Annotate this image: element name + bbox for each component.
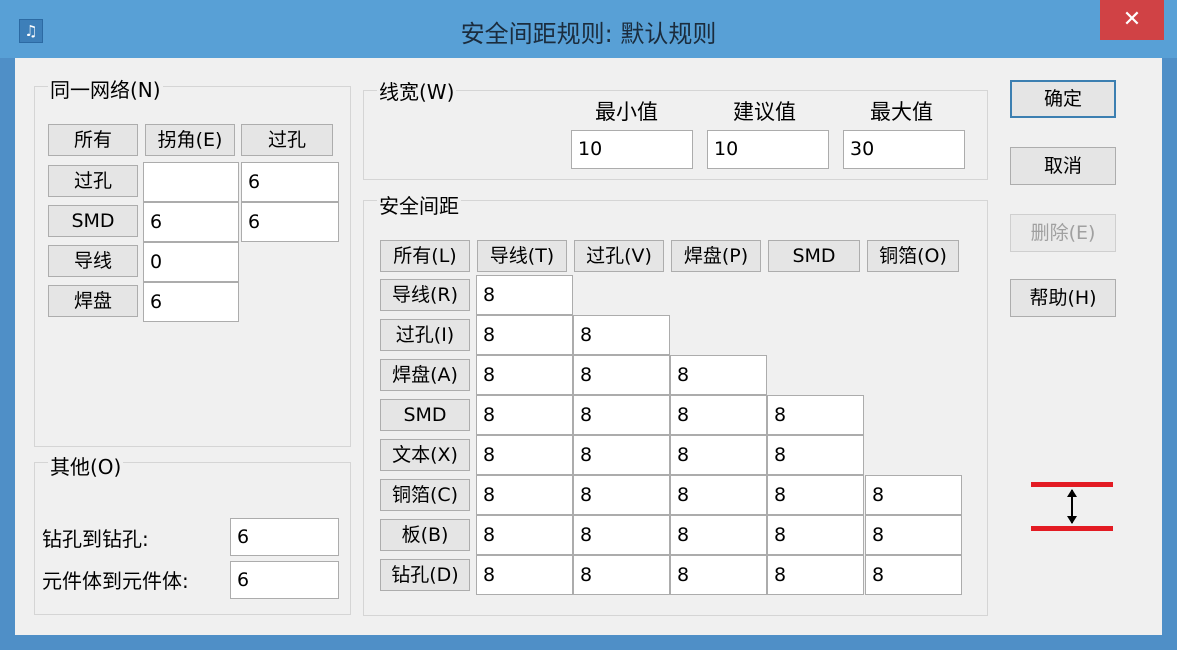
- clearance-row-header[interactable]: 钻孔(D): [380, 559, 470, 591]
- clearance-cell[interactable]: 8: [767, 555, 864, 595]
- clearance-cell[interactable]: 8: [767, 475, 864, 515]
- clearance-cell[interactable]: 8: [767, 395, 864, 435]
- same-net-corner-cell[interactable]: 0: [143, 242, 239, 282]
- same-net-legend: 同一网络(N): [48, 74, 163, 103]
- same-net-corner-header[interactable]: 拐角(E): [145, 124, 235, 156]
- clearance-cell[interactable]: 8: [865, 515, 962, 555]
- clearance-cell[interactable]: 8: [767, 515, 864, 555]
- same-net-via-header[interactable]: 过孔: [241, 124, 333, 156]
- clearance-row-header[interactable]: 板(B): [380, 519, 470, 551]
- clearance-row-header[interactable]: 铜箔(C): [380, 479, 470, 511]
- body-to-body-label: 元件体到元件体:: [42, 569, 189, 593]
- clearance-row-header[interactable]: 文本(X): [380, 439, 470, 471]
- clearance-col-header[interactable]: 过孔(V): [574, 240, 664, 272]
- clearance-col-header[interactable]: 导线(T): [477, 240, 567, 272]
- clearance-cell[interactable]: 8: [476, 515, 573, 555]
- clearance-cell[interactable]: 8: [573, 555, 670, 595]
- clearance-col-header[interactable]: 所有(L): [380, 240, 470, 272]
- trace-width-legend: 线宽(W): [377, 76, 457, 105]
- recommended-width-field[interactable]: 10: [707, 130, 829, 169]
- clearance-cell[interactable]: 8: [573, 395, 670, 435]
- window-title: 安全间距规则: 默认规则: [460, 20, 717, 48]
- clearance-col-header[interactable]: 焊盘(P): [671, 240, 761, 272]
- clearance-col-header[interactable]: SMD: [768, 240, 860, 272]
- same-net-via-cell[interactable]: 6: [241, 162, 339, 202]
- max-width-field[interactable]: 30: [843, 130, 965, 169]
- same-net-row-header[interactable]: 过孔: [48, 165, 138, 197]
- clearance-cell[interactable]: 8: [573, 355, 670, 395]
- clearance-cell[interactable]: 8: [865, 555, 962, 595]
- max-width-label: 最大值: [870, 100, 933, 124]
- clearance-cell[interactable]: 8: [476, 275, 573, 315]
- ok-button[interactable]: 确定: [1010, 80, 1116, 118]
- clearance-col-header[interactable]: 铜箔(O): [867, 240, 959, 272]
- same-net-all-header[interactable]: 所有: [48, 124, 138, 156]
- drill-to-drill-field[interactable]: 6: [230, 518, 339, 556]
- clearance-cell[interactable]: 8: [670, 515, 767, 555]
- same-net-corner-cell[interactable]: 6: [143, 282, 239, 322]
- clearance-row-header[interactable]: 导线(R): [380, 279, 470, 311]
- clearance-cell[interactable]: 8: [476, 395, 573, 435]
- same-net-corner-cell[interactable]: [143, 162, 239, 202]
- close-icon: ✕: [1122, 7, 1142, 32]
- help-button[interactable]: 帮助(H): [1010, 279, 1116, 317]
- clearance-cell[interactable]: 8: [670, 355, 767, 395]
- body-to-body-field[interactable]: 6: [230, 561, 339, 599]
- same-net-row-header[interactable]: 焊盘: [48, 285, 138, 317]
- same-net-row-header[interactable]: 导线: [48, 245, 138, 277]
- clearance-cell[interactable]: 8: [573, 475, 670, 515]
- same-net-row-header[interactable]: SMD: [48, 205, 138, 237]
- clearance-row-header[interactable]: 过孔(I): [380, 319, 470, 351]
- delete-button[interactable]: 删除(E): [1010, 214, 1116, 252]
- same-net-via-cell[interactable]: 6: [241, 202, 339, 242]
- dialog-window: ♫ 安全间距规则: 默认规则 ✕ 同一网络(N) 所有 拐角(E) 过孔 过孔 6 SMD…: [0, 0, 1177, 650]
- clearance-cell[interactable]: 8: [476, 555, 573, 595]
- clearance-cell[interactable]: 8: [573, 515, 670, 555]
- clearance-cell[interactable]: 8: [476, 435, 573, 475]
- close-button[interactable]: ✕: [1100, 0, 1164, 40]
- clearance-cell[interactable]: 8: [573, 435, 670, 475]
- clearance-cell[interactable]: 8: [476, 355, 573, 395]
- clearance-cell[interactable]: 8: [670, 435, 767, 475]
- min-width-field[interactable]: 10: [571, 130, 693, 169]
- clearance-cell[interactable]: 8: [767, 435, 864, 475]
- min-width-label: 最小值: [595, 100, 658, 124]
- clearance-cell[interactable]: 8: [670, 555, 767, 595]
- clearance-cell[interactable]: 8: [865, 475, 962, 515]
- clearance-legend: 安全间距: [377, 190, 461, 219]
- clearance-row-header[interactable]: 焊盘(A): [380, 359, 470, 391]
- clearance-cell[interactable]: 8: [670, 475, 767, 515]
- title-bar: ♫ 安全间距规则: 默认规则 ✕: [0, 0, 1177, 58]
- clearance-arrow-icon: [1031, 482, 1113, 531]
- recommended-width-label: 建议值: [733, 100, 796, 124]
- clearance-cell[interactable]: 8: [476, 315, 573, 355]
- drill-to-drill-label: 钻孔到钻孔:: [42, 527, 149, 551]
- clearance-cell[interactable]: 8: [573, 315, 670, 355]
- clearance-cell[interactable]: 8: [670, 395, 767, 435]
- clearance-row-header[interactable]: SMD: [380, 399, 470, 431]
- other-legend: 其他(O): [48, 451, 124, 480]
- dialog-body: 同一网络(N) 所有 拐角(E) 过孔 过孔 6 SMD 6 6 导线 0 焊盘 6 其他(O) 钻孔…: [15, 58, 1162, 635]
- cancel-button[interactable]: 取消: [1010, 147, 1116, 185]
- same-net-corner-cell[interactable]: 6: [143, 202, 239, 242]
- clearance-cell[interactable]: 8: [476, 475, 573, 515]
